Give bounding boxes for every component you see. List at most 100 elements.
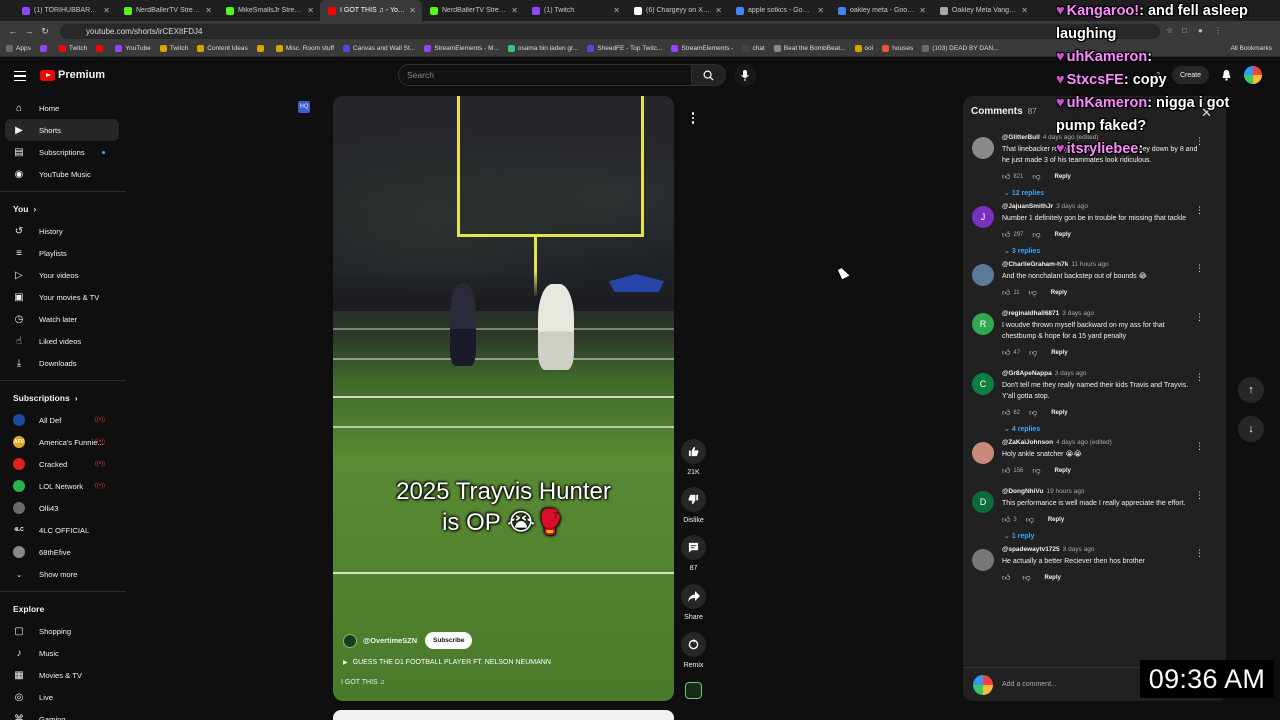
like-button[interactable]	[681, 439, 706, 464]
comment-avatar[interactable]	[972, 442, 994, 464]
thumbs-up-icon[interactable]: 👍︎	[1002, 573, 1010, 583]
sidebar-item[interactable]: ⌘ Gaming	[0, 708, 119, 720]
comments-button[interactable]	[681, 535, 706, 560]
sidebar-item[interactable]: ↺ History	[0, 220, 119, 242]
tab-close-icon[interactable]: ✕	[409, 6, 416, 15]
comment-more-icon[interactable]: ⋮	[1195, 441, 1204, 452]
reply-button[interactable]: Reply	[1045, 575, 1061, 581]
thumbs-down-icon[interactable]: 👎︎	[1022, 573, 1030, 583]
thumbs-down-icon[interactable]: 👎︎	[1026, 515, 1034, 525]
quality-icon[interactable]: HQ	[298, 101, 310, 113]
bookmark-item[interactable]: (103) DEAD BY DAN...	[922, 45, 999, 52]
sidebar-item[interactable]: ◎ Live	[0, 686, 119, 708]
comment-avatar[interactable]: C	[972, 373, 994, 395]
thumbs-down-icon[interactable]: 👎︎	[1029, 288, 1037, 298]
tab-close-icon[interactable]: ✕	[715, 6, 722, 15]
url-field[interactable]: youtube.com/shorts/irCEXItFDJ4	[60, 23, 1160, 39]
sound-thumbnail[interactable]	[685, 682, 702, 699]
reply-button[interactable]: Reply	[1051, 410, 1067, 416]
dislike-button[interactable]	[681, 487, 706, 512]
sidebar-item[interactable]: ⌂ Home	[0, 97, 119, 119]
bookmark-item[interactable]: Canvas and Wall St...	[342, 45, 415, 52]
view-replies-button[interactable]: ⌄ 4 replies	[1002, 425, 1198, 433]
comment-more-icon[interactable]: ⋮	[1195, 372, 1204, 383]
browser-tab[interactable]: Oakley Meta Vanguard P ✕	[932, 0, 1034, 21]
scroll-up-button[interactable]: ↑	[1238, 377, 1264, 403]
sidebar-channel[interactable]: All Def ((•))	[0, 409, 119, 431]
search-input[interactable]: Search	[398, 64, 692, 86]
comment-more-icon[interactable]: ⋮	[1195, 490, 1204, 501]
reply-button[interactable]: Reply	[1055, 232, 1071, 238]
reply-button[interactable]: Reply	[1051, 290, 1067, 296]
comment-avatar[interactable]	[972, 264, 994, 286]
channel-name[interactable]: @OvertimeSZN	[363, 636, 417, 645]
comment-avatar[interactable]	[972, 137, 994, 159]
comment-author[interactable]: @GlitterBull	[1002, 134, 1040, 141]
bookmark-item[interactable]: osama bin laden gr...	[507, 45, 578, 52]
tab-close-icon[interactable]: ✕	[919, 6, 926, 15]
shorts-video-player[interactable]: 2025 Trayvis Hunter is OP 😭🥊 @OvertimeSZ…	[333, 96, 674, 701]
reply-button[interactable]: Reply	[1051, 350, 1067, 356]
video-description[interactable]: ▶ GUESS THE D1 FOOTBALL PLAYER FT. NELSO…	[343, 659, 551, 666]
channel-avatar[interactable]	[343, 633, 357, 648]
browser-tab[interactable]: (1) TORIHUBBARD - Twitc✕	[14, 0, 116, 21]
browser-tab[interactable]: NerdBallerTV Stream - W✕	[116, 0, 218, 21]
sidebar-item[interactable]: ◷ Watch later	[0, 308, 119, 330]
add-comment-input[interactable]: Add a comment...	[1002, 681, 1057, 688]
thumbs-up-icon[interactable]: 👍︎	[1002, 230, 1010, 240]
share-button[interactable]	[681, 584, 706, 609]
video-more-icon[interactable]	[685, 110, 701, 126]
thumbs-down-icon[interactable]: 👎︎	[1032, 230, 1040, 240]
scroll-down-button[interactable]: ↓	[1238, 416, 1264, 442]
sidebar-item[interactable]: ☝ Liked videos	[0, 330, 119, 352]
bookmark-item[interactable]	[96, 45, 106, 52]
menu-hamburger-icon[interactable]	[14, 71, 26, 81]
browser-tab[interactable]: (1) Twitch ✕	[524, 0, 626, 21]
voice-search-button[interactable]	[734, 64, 756, 86]
tab-close-icon[interactable]: ✕	[817, 6, 824, 15]
comment-author[interactable]: @ZaKaiJohnson	[1002, 439, 1053, 446]
sidebar-channel[interactable]: 68thEfive	[0, 541, 119, 563]
comment-more-icon[interactable]: ⋮	[1195, 548, 1204, 559]
remix-button[interactable]	[681, 632, 706, 657]
tab-close-icon[interactable]: ✕	[1021, 6, 1028, 15]
view-replies-button[interactable]: ⌄ 3 replies	[1002, 247, 1198, 255]
sidebar-channel[interactable]: 4LC 4LC OFFICIAL	[0, 519, 119, 541]
sidebar-item[interactable]: ⤓ Downloads	[0, 352, 119, 374]
bookmark-item[interactable]: Content Ideas	[197, 45, 248, 52]
comment-author[interactable]: @reginaldhall6871	[1002, 310, 1059, 317]
thumbs-down-icon[interactable]: 👎︎	[1032, 172, 1040, 182]
sidebar-item[interactable]: ◉ YouTube Music	[0, 163, 119, 185]
show-more-button[interactable]: ⌄ Show more	[0, 563, 119, 585]
thumbs-up-icon[interactable]: 👍︎	[1002, 348, 1010, 358]
next-short-preview[interactable]	[333, 710, 674, 720]
bookmark-item[interactable]: StreamElements -	[671, 45, 733, 52]
browser-tab[interactable]: MikeSmallsJr Stream - W✕	[218, 0, 320, 21]
browser-tab[interactable]: oakley meta - Google Sea✕	[830, 0, 932, 21]
browser-tab[interactable]: (6) Chargeyy on X: "Offic ✕	[626, 0, 728, 21]
sidebar-item[interactable]: ▷ Your videos	[0, 264, 119, 286]
sidebar-item[interactable]: ≡ Playlists	[0, 242, 119, 264]
bookmark-item[interactable]: ooi	[854, 45, 873, 52]
comment-more-icon[interactable]: ⋮	[1195, 312, 1204, 323]
comment-avatar[interactable]: R	[972, 313, 994, 335]
sidebar-subscriptions-heading[interactable]: Subscriptions ›	[0, 387, 126, 409]
sidebar-channel[interactable]: Cracked ((•))	[0, 453, 119, 475]
comment-avatar[interactable]: J	[972, 206, 994, 228]
comment-avatar[interactable]: D	[972, 491, 994, 513]
sidebar-item[interactable]: ▢ Shopping	[0, 620, 119, 642]
thumbs-up-icon[interactable]: 👍︎	[1002, 172, 1010, 182]
thumbs-up-icon[interactable]: 👍︎	[1002, 515, 1010, 525]
browser-tab[interactable]: I GOT THIS ♫ - YouTu ✕	[320, 0, 422, 21]
browser-tab[interactable]: NerdBallerTV Stream - W✕	[422, 0, 524, 21]
bookmark-item[interactable]: Beat the BombBeat...	[773, 45, 846, 52]
reply-button[interactable]: Reply	[1055, 174, 1071, 180]
bookmark-item[interactable]	[39, 45, 50, 52]
sidebar-item[interactable]: ♪ Music	[0, 642, 119, 664]
reload-icon[interactable]: ↻	[38, 24, 52, 38]
sidebar-item[interactable]: ▣ Your movies & TV	[0, 286, 119, 308]
thumbs-up-icon[interactable]: 👍︎	[1002, 288, 1010, 298]
comment-author[interactable]: @JajuanSmithJr	[1002, 203, 1053, 210]
comment-author[interactable]: @CharlieGraham-h7k	[1002, 261, 1068, 268]
tab-close-icon[interactable]: ✕	[511, 6, 518, 15]
